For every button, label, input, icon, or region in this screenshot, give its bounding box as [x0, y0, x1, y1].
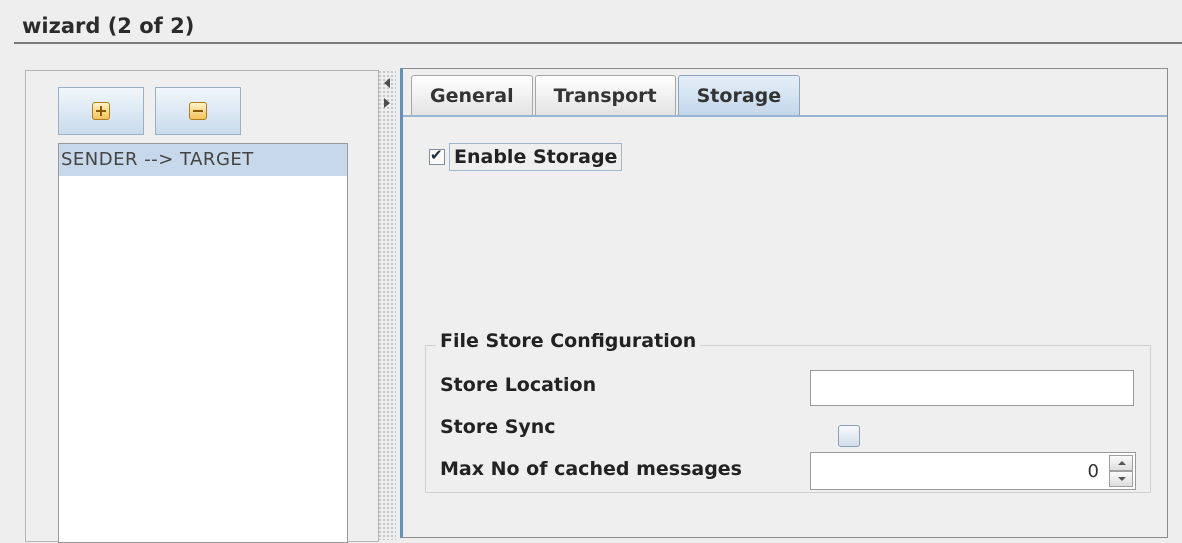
max-cached-label: Max No of cached messages — [440, 458, 742, 480]
store-location-label: Store Location — [440, 374, 597, 396]
enable-storage-row: Enable Storage — [429, 141, 623, 173]
store-location-input[interactable] — [810, 370, 1134, 406]
max-cached-spinner[interactable]: 0 — [810, 452, 1136, 490]
storage-tab-content: Enable Storage File Store Configuration … — [403, 115, 1167, 537]
remove-route-button[interactable] — [155, 87, 241, 135]
spinner-buttons — [1109, 455, 1133, 487]
add-route-button[interactable] — [58, 87, 144, 135]
spinner-up-icon[interactable] — [1109, 455, 1133, 471]
list-item[interactable]: SENDER --> TARGET — [59, 144, 347, 176]
file-store-group: File Store Configuration Store Location … — [425, 330, 1151, 493]
tab-general[interactable]: General — [411, 75, 533, 115]
tab-storage[interactable]: Storage — [677, 75, 801, 115]
spinner-down-icon[interactable] — [1109, 471, 1133, 487]
arrow-left-icon[interactable] — [384, 78, 390, 88]
arrow-right-icon[interactable] — [384, 98, 390, 108]
settings-panel: General Transport Storage Enable Storage… — [400, 68, 1168, 538]
routes-panel: SENDER --> TARGET — [25, 70, 379, 543]
minus-icon — [189, 102, 207, 120]
tab-transport[interactable]: Transport — [534, 75, 676, 115]
store-sync-checkbox[interactable] — [838, 425, 860, 447]
routes-list[interactable]: SENDER --> TARGET — [58, 143, 348, 543]
enable-storage-label[interactable]: Enable Storage — [449, 143, 623, 171]
window-title: wizard (2 of 2) — [22, 14, 195, 38]
max-cached-value[interactable]: 0 — [1088, 461, 1099, 482]
file-store-legend: File Store Configuration — [436, 330, 701, 352]
plus-icon — [92, 102, 110, 120]
split-pane-divider[interactable] — [378, 70, 396, 540]
store-sync-label: Store Sync — [440, 416, 556, 438]
tab-bar: General Transport Storage — [411, 75, 802, 115]
enable-storage-checkbox[interactable] — [429, 146, 445, 165]
title-divider — [14, 42, 1182, 44]
